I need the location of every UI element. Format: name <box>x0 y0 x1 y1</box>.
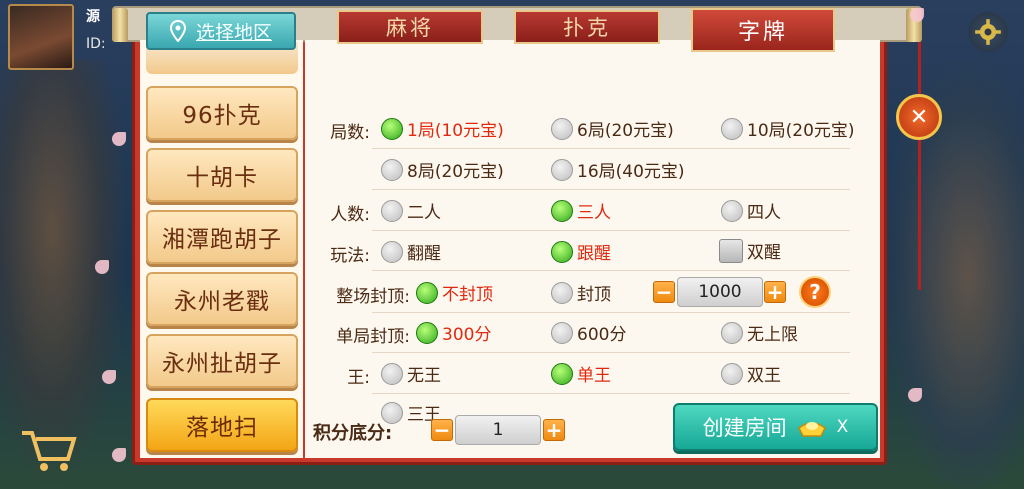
close-icon: ✕ <box>909 104 929 130</box>
radio-icon <box>721 117 743 140</box>
base-score-label: 积分底分: <box>313 423 393 444</box>
divider <box>372 393 850 394</box>
hanging-ornament <box>918 30 921 290</box>
shop-cart-icon[interactable] <box>18 425 78 475</box>
sidebar-item-96-poker[interactable]: 96扑克 <box>146 86 298 140</box>
sidebar-item-luodisao[interactable]: 落地扫 <box>146 398 298 452</box>
divider <box>372 148 850 149</box>
tab-zipai[interactable]: 字牌 <box>691 8 835 52</box>
settings-button[interactable] <box>968 12 1008 52</box>
user-id: ID: <box>86 36 106 52</box>
petal-decor <box>910 8 924 22</box>
sidebar-item-yongzhou-laochuo[interactable]: 永州老戳 <box>146 272 298 326</box>
radio-selected-icon <box>551 240 573 263</box>
petal-decor <box>102 370 116 384</box>
tab-poker[interactable]: 扑克 <box>514 10 660 44</box>
sidebar-item-yongzhou-chehuzi[interactable]: 永州扯胡子 <box>146 334 298 388</box>
location-pin-icon <box>169 20 186 42</box>
create-room-cost: X <box>836 417 849 437</box>
select-region-button[interactable]: 选择地区 <box>146 12 296 50</box>
create-room-button[interactable]: 创建房间 X <box>673 403 878 451</box>
gold-ingot-icon <box>797 422 826 437</box>
rounds-label: 局数: <box>330 123 370 143</box>
round-cap-option-unlimited[interactable]: 无上限 <box>721 320 798 345</box>
radio-selected-icon <box>551 199 573 222</box>
radio-icon <box>721 199 743 222</box>
create-room-label: 创建房间 <box>702 416 787 440</box>
radio-icon <box>721 362 743 385</box>
king-option-none[interactable]: 无王 <box>381 361 441 386</box>
scroll-cap-left <box>112 8 128 42</box>
divider <box>372 312 850 313</box>
players-option-two[interactable]: 二人 <box>381 198 441 223</box>
petal-decor <box>95 260 109 274</box>
tab-mahjong[interactable]: 麻将 <box>337 10 483 44</box>
sidebar-item-xiangtan-paohuzi[interactable]: 湘潭跑胡子 <box>146 210 298 264</box>
select-region-label: 选择地区 <box>195 21 272 44</box>
rounds-option-1[interactable]: 1局(10元宝) <box>381 116 504 141</box>
radio-icon <box>551 158 573 181</box>
radio-icon <box>381 240 403 263</box>
play-option-genxing[interactable]: 跟醒 <box>551 239 611 264</box>
players-option-four[interactable]: 四人 <box>721 198 781 223</box>
divider <box>372 189 850 190</box>
divider <box>372 270 850 271</box>
cap-increase-button[interactable]: + <box>764 281 786 303</box>
cap-value: 1000 <box>677 277 763 307</box>
petal-decor <box>908 388 922 402</box>
sidebar-item-shihuka[interactable]: 十胡卡 <box>146 148 298 202</box>
close-button[interactable]: ✕ <box>896 94 942 140</box>
round-cap-label: 单局封顶: <box>336 327 410 347</box>
radio-icon <box>551 321 573 344</box>
radio-selected-icon <box>416 321 438 344</box>
round-cap-option-300[interactable]: 300分 <box>416 320 491 345</box>
king-option-double[interactable]: 双王 <box>721 361 781 386</box>
divider <box>372 230 850 231</box>
petal-decor <box>112 132 126 146</box>
players-label: 人数: <box>330 205 370 225</box>
radio-icon <box>381 158 403 181</box>
total-cap-label: 整场封顶: <box>336 287 410 307</box>
radio-icon <box>551 281 573 304</box>
radio-selected-icon <box>551 362 573 385</box>
players-option-three[interactable]: 三人 <box>551 198 611 223</box>
total-cap-option-capped[interactable]: 封顶 <box>551 280 611 305</box>
checkbox-icon <box>719 238 743 263</box>
radio-selected-icon <box>416 281 438 304</box>
total-cap-option-none[interactable]: 不封顶 <box>416 280 493 305</box>
rounds-option-6[interactable]: 6局(20元宝) <box>551 116 674 141</box>
rounds-option-16[interactable]: 16局(40元宝) <box>551 157 685 182</box>
round-cap-option-600[interactable]: 600分 <box>551 320 626 345</box>
radio-icon <box>381 362 403 385</box>
avatar[interactable] <box>8 4 74 70</box>
score-increase-button[interactable]: + <box>543 419 565 441</box>
king-option-single[interactable]: 单王 <box>551 361 611 386</box>
rounds-option-10[interactable]: 10局(20元宝) <box>721 116 855 141</box>
radio-selected-icon <box>381 117 403 140</box>
divider <box>372 352 850 353</box>
user-name: 源 <box>86 9 100 25</box>
petal-decor <box>112 448 126 462</box>
score-decrease-button[interactable]: − <box>431 419 453 441</box>
radio-icon <box>551 117 573 140</box>
play-option-fanxing[interactable]: 翻醒 <box>381 239 441 264</box>
base-score-value: 1 <box>455 415 541 445</box>
help-icon[interactable]: ? <box>799 276 831 308</box>
radio-icon <box>381 199 403 222</box>
king-label: 王: <box>347 368 370 388</box>
radio-icon <box>721 321 743 344</box>
cap-decrease-button[interactable]: − <box>653 281 675 303</box>
play-option-shuangxing[interactable]: 双醒 <box>719 238 781 263</box>
gear-icon <box>975 19 1001 45</box>
play-label: 玩法: <box>330 246 370 266</box>
rounds-option-8[interactable]: 8局(20元宝) <box>381 157 504 182</box>
